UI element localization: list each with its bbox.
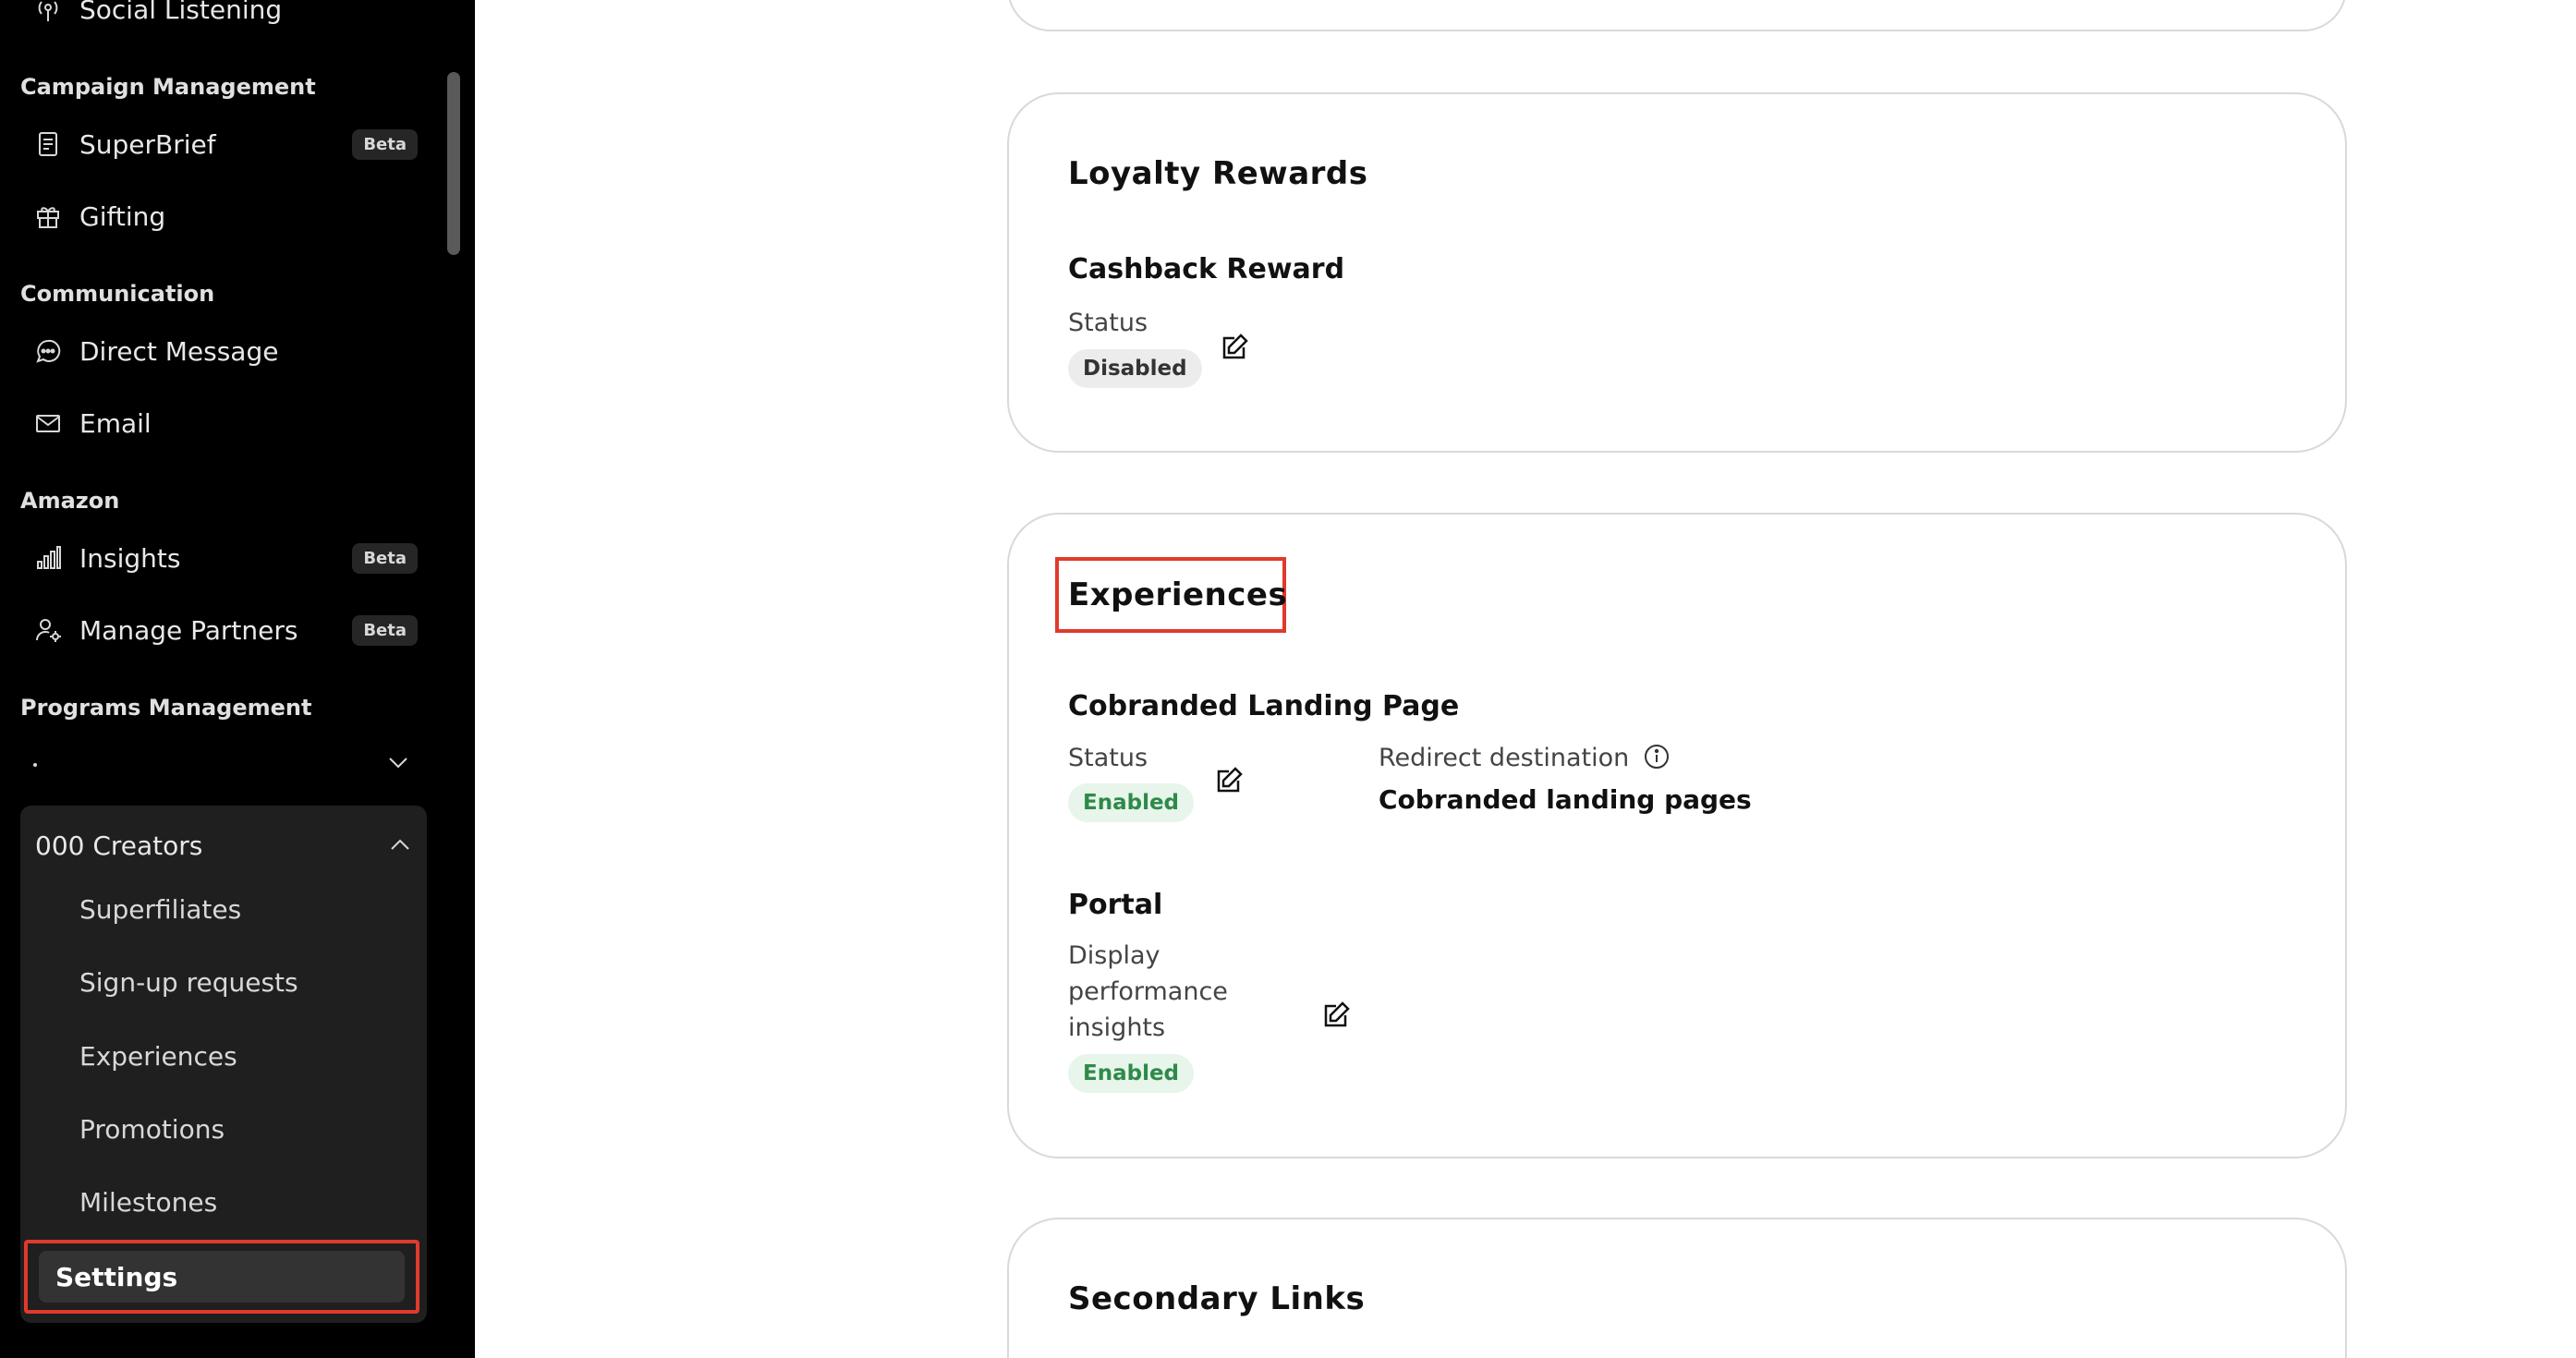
- sidebar-item-manage-partners[interactable]: Manage Partners Beta: [33, 602, 418, 658]
- program-selector[interactable]: [20, 745, 412, 782]
- experiences-card: Experiences Cobranded Landing Page Statu…: [1007, 513, 2347, 1158]
- program-name-placeholder: [33, 763, 37, 767]
- sidebar-subitem-signup-requests[interactable]: Sign-up requests: [79, 967, 298, 998]
- sidebar-item-gifting[interactable]: Gifting: [33, 188, 418, 244]
- label-line: insights: [1068, 1013, 1166, 1042]
- sidebar-item-label: Gifting: [79, 200, 166, 232]
- sidebar-subitem-settings[interactable]: Settings: [39, 1251, 405, 1303]
- beta-badge: Beta: [352, 543, 418, 574]
- status-badge: Enabled: [1068, 783, 1195, 822]
- status-label: Status: [1068, 309, 1148, 337]
- document-icon: [33, 129, 63, 159]
- section-title-communication: Communication: [20, 281, 215, 307]
- chevron-up-icon: [386, 831, 414, 859]
- status-badge: Disabled: [1068, 349, 1202, 388]
- gift-icon: [33, 201, 63, 231]
- bar-chart-icon: [33, 543, 63, 573]
- sidebar-item-social-listening[interactable]: Social Listening: [33, 0, 418, 37]
- sidebar-subitem-superfiliates[interactable]: Superfiliates: [79, 894, 241, 925]
- edit-icon[interactable]: [1319, 999, 1353, 1032]
- info-icon[interactable]: [1643, 743, 1671, 770]
- loyalty-rewards-card: Loyalty Rewards Cashback Reward Status D…: [1007, 92, 2347, 453]
- sidebar-item-insights[interactable]: Insights Beta: [33, 530, 418, 586]
- sidebar-item-label: Social Listening: [79, 0, 283, 25]
- sidebar-item-email[interactable]: Email: [33, 395, 418, 451]
- beta-badge: Beta: [352, 615, 418, 646]
- sidebar-item-label: Insights: [79, 542, 181, 574]
- sidebar-item-label: SuperBrief: [79, 128, 216, 160]
- card-title: Loyalty Rewards: [1068, 155, 1368, 192]
- previous-card: [1007, 0, 2347, 31]
- program-group-header[interactable]: 000 Creators: [35, 822, 414, 868]
- cashback-reward-title: Cashback Reward: [1068, 253, 1345, 285]
- edit-icon[interactable]: [1218, 331, 1251, 364]
- sidebar-item-label: Manage Partners: [79, 614, 298, 646]
- sidebar-item-label: Email: [79, 407, 152, 439]
- sidebar-item-direct-message[interactable]: Direct Message: [33, 323, 418, 379]
- redirect-destination-text: Redirect destination: [1379, 744, 1630, 772]
- section-title-amazon: Amazon: [20, 488, 120, 514]
- card-title: Secondary Links: [1068, 1280, 1366, 1317]
- cobranded-landing-page-title: Cobranded Landing Page: [1068, 690, 1460, 722]
- redirect-destination-value: Cobranded landing pages: [1379, 784, 1752, 815]
- sidebar-subitem-milestones[interactable]: Milestones: [79, 1187, 217, 1218]
- sidebar-item-superbrief[interactable]: SuperBrief Beta: [33, 116, 418, 172]
- sidebar: Social Listening Campaign Management Sup…: [0, 0, 475, 1358]
- program-group-title: 000 Creators: [35, 830, 203, 861]
- beta-badge: Beta: [352, 129, 418, 160]
- user-gear-icon: [33, 615, 63, 645]
- label-line: Display: [1068, 941, 1160, 970]
- card-title: Experiences: [1068, 576, 1288, 613]
- chat-bubble-icon: [33, 336, 63, 366]
- sidebar-subitem-promotions[interactable]: Promotions: [79, 1114, 225, 1145]
- sidebar-item-label: Direct Message: [79, 335, 279, 367]
- portal-title: Portal: [1068, 889, 1163, 921]
- sidebar-subitem-experiences[interactable]: Experiences: [79, 1041, 237, 1072]
- label-line: performance: [1068, 977, 1228, 1006]
- status-badge: Enabled: [1068, 1054, 1195, 1093]
- display-performance-insights-label: Display performance insights: [1068, 938, 1228, 1046]
- section-title-programs: Programs Management: [20, 695, 312, 721]
- edit-icon[interactable]: [1212, 764, 1245, 797]
- broadcast-icon: [33, 0, 63, 24]
- sidebar-scrollbar[interactable]: [447, 72, 460, 255]
- status-label: Status: [1068, 744, 1148, 772]
- section-title-campaign: Campaign Management: [20, 74, 316, 100]
- chevron-down-icon: [384, 748, 412, 776]
- envelope-icon: [33, 408, 63, 438]
- settings-highlight: Settings: [24, 1240, 419, 1314]
- secondary-links-card: Secondary Links: [1007, 1218, 2347, 1358]
- redirect-destination-label: Redirect destination: [1379, 740, 1671, 776]
